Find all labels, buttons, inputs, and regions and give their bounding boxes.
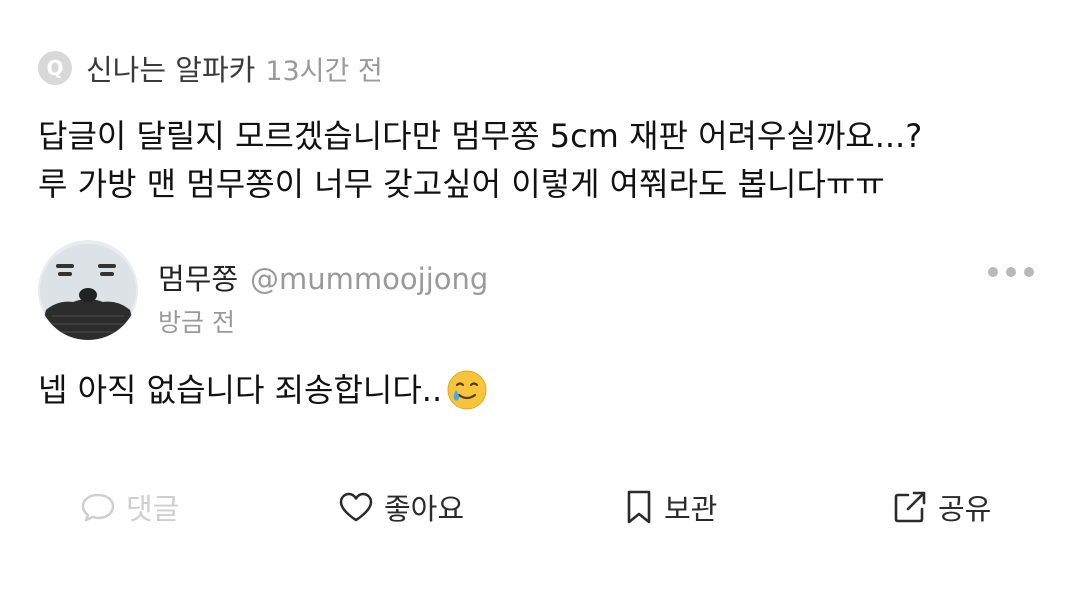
- asker-name[interactable]: 신나는 알파카: [86, 47, 255, 89]
- answerer-line: 멈무쫑 @mummoojjong: [158, 256, 488, 298]
- dot-icon: [1006, 267, 1016, 277]
- question-line: 답글이 달릴지 모르겠습니다만 멈무쫑 5cm 재판 어려우실까요...?: [38, 117, 923, 155]
- action-bar: 댓글 좋아요 보관 공유: [0, 482, 1080, 532]
- comment-button[interactable]: 댓글: [80, 482, 179, 532]
- share-label: 공유: [938, 492, 992, 526]
- share-external-icon: [894, 491, 926, 523]
- question-text: 답글이 달릴지 모르겠습니다만 멈무쫑 5cm 재판 어려우실까요...? 루 …: [38, 112, 1058, 208]
- dot-icon: [1024, 267, 1034, 277]
- bookmark-button[interactable]: 보관: [624, 482, 717, 532]
- answer-text-content: 넵 아직 없습니다 죄송합니다..: [38, 371, 443, 409]
- plush-avatar-image: [38, 240, 138, 340]
- share-button[interactable]: 공유: [892, 482, 991, 532]
- question-line: 루 가방 맨 멈무쫑이 너무 갖고싶어 이렇게 여쭤라도 봅니다ㅠㅠ: [38, 165, 885, 203]
- question-badge-icon: Q: [38, 51, 72, 85]
- avatar[interactable]: [38, 240, 138, 340]
- smiling-face-with-tear-icon: [447, 370, 487, 410]
- like-button[interactable]: 좋아요: [338, 482, 464, 532]
- like-label: 좋아요: [384, 492, 465, 526]
- bookmark-icon: [627, 490, 651, 524]
- heart-icon: [339, 492, 373, 522]
- dot-icon: [988, 267, 998, 277]
- answerer-handle[interactable]: @mummoojjong: [250, 262, 488, 296]
- question-meta: Q 신나는 알파카 13시간 전: [38, 48, 383, 88]
- comment-label: 댓글: [126, 492, 180, 526]
- speech-bubble-icon: [81, 493, 115, 522]
- answerer-name[interactable]: 멈무쫑: [158, 256, 238, 298]
- answer-timestamp: 방금 전: [158, 308, 235, 337]
- answer-text: 넵 아직 없습니다 죄송합니다..: [38, 366, 488, 414]
- bookmark-label: 보관: [664, 492, 718, 526]
- more-options-button[interactable]: [988, 262, 1034, 282]
- question-timestamp: 13시간 전: [265, 55, 383, 87]
